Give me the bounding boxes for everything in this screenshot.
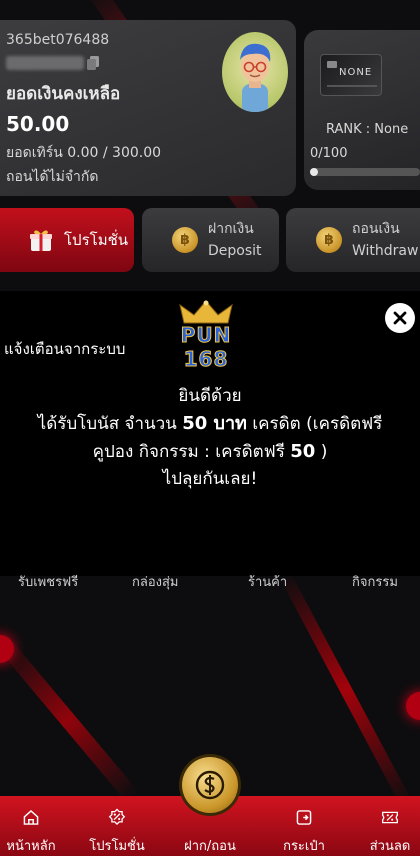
system-notification: แจ้งเตือนจากระบบ PUN 168 ยินดีด้วย ได้รั…: [0, 291, 420, 576]
logo-text-168: 168: [183, 347, 229, 372]
notification-title: แจ้งเตือนจากระบบ: [4, 340, 126, 358]
message-line-congrats: ยินดีด้วย: [178, 386, 242, 406]
category-activities[interactable]: กิจกรรม: [352, 573, 398, 592]
nav-promotion[interactable]: โปรโมชั่น: [84, 796, 150, 856]
background-streak: [0, 638, 139, 802]
rank-badge-text: NONE: [339, 67, 373, 78]
close-icon: [393, 311, 407, 325]
wallet-icon: [296, 810, 312, 825]
message-text: คูปอง กิจกรรม : เครดิตฟรี: [92, 442, 291, 462]
rank-label: RANK : None: [326, 122, 409, 137]
dollar-coin-icon: [195, 770, 225, 800]
bonus-amount: 50 บาท: [182, 413, 247, 434]
coin-withdraw-icon: ฿: [316, 227, 342, 253]
site-logo: PUN 168: [170, 299, 242, 373]
nav-home-label: หน้าหลัก: [6, 839, 56, 854]
promotion-label: โปรโมชั่น: [64, 231, 129, 249]
rank-badge: NONE: [320, 54, 382, 96]
notification-message: ยินดีด้วย ได้รับโบนัส จำนวน 50 บาท เครดิ…: [0, 383, 420, 493]
nav-promotion-label: โปรโมชั่น: [89, 839, 145, 854]
nav-wallet-label: กระเป๋า: [283, 839, 325, 854]
avatar[interactable]: [222, 32, 288, 112]
withdraw-label-th: ถอนเงิน: [352, 221, 400, 237]
category-random-box[interactable]: กล่องสุ่ม: [132, 573, 179, 592]
balance-value: 50.00: [6, 112, 70, 136]
nav-home[interactable]: หน้าหลัก: [0, 796, 62, 856]
deposit-label-th: ฝากเงิน: [208, 221, 254, 237]
copy-icon[interactable]: [87, 56, 99, 70]
avatar-illustration: [240, 43, 271, 112]
nav-deposit-withdraw-label: ฝาก/ถอน: [184, 839, 236, 854]
nav-commission-label: ส่วนลด: [369, 839, 411, 854]
home-icon: [23, 809, 39, 825]
coin-deposit-icon: ฿: [172, 227, 198, 253]
deposit-label-en: Deposit: [208, 243, 262, 259]
deposit-button[interactable]: ฿ ฝากเงิน Deposit: [142, 208, 279, 272]
promotion-button[interactable]: โปรโมชั่น: [0, 208, 134, 272]
username: 365bet076488: [6, 32, 110, 48]
nav-wallet[interactable]: กระเป๋า: [272, 796, 336, 856]
deposit-withdraw-coin-button[interactable]: [182, 757, 238, 813]
message-text: ได้รับโบนัส จำนวน: [37, 414, 183, 434]
coupon-amount: 50: [290, 441, 316, 462]
balance-label: ยอดเงินคงเหลือ: [6, 84, 121, 104]
close-button[interactable]: [385, 303, 415, 333]
coupon-icon: [382, 811, 398, 824]
masked-account-number: [6, 56, 84, 70]
account-card: 365bet076488 ยอดเงินคงเหลือ 50.00 ยอดเทิ…: [0, 20, 296, 196]
background-streak: [279, 572, 413, 808]
logo-text-pun: PUN: [180, 323, 232, 348]
message-line-go: ไปลุยกันเลย!: [162, 469, 258, 489]
category-free-diamond[interactable]: รับเพชรฟรี: [18, 573, 78, 592]
background-glow: [0, 635, 14, 663]
category-row: รับเพชรฟรี กล่องสุ่ม ร้านค้า กิจกรรม: [0, 573, 420, 593]
withdraw-button[interactable]: ฿ ถอนเงิน Withdraw: [286, 208, 420, 272]
message-text: ): [315, 442, 328, 462]
rank-progress-bar: [310, 168, 420, 176]
background-glow: [406, 692, 420, 720]
withdraw-limit-text: ถอนได้ไม่จำกัด: [6, 169, 99, 185]
message-line-bonus: ได้รับโบนัส จำนวน 50 บาท เครดิต (เครดิตฟ…: [0, 410, 420, 438]
withdraw-label-en: Withdraw: [352, 243, 419, 259]
category-shop[interactable]: ร้านค้า: [248, 573, 287, 592]
rank-progress-text: 0/100: [310, 146, 348, 161]
turnover-text: ยอดเทิร์น 0.00 / 300.00: [6, 145, 162, 161]
promotion-badge-icon: [108, 808, 126, 826]
rank-card: NONE RANK : None 0/100: [304, 30, 420, 190]
message-line-coupon: คูปอง กิจกรรม : เครดิตฟรี 50 ): [0, 438, 420, 466]
message-text: เครดิต (เครดิตฟรี: [246, 414, 383, 434]
rank-progress-fill: [310, 168, 318, 176]
nav-commission[interactable]: ส่วนลด: [360, 796, 420, 856]
gift-icon: [30, 230, 52, 251]
